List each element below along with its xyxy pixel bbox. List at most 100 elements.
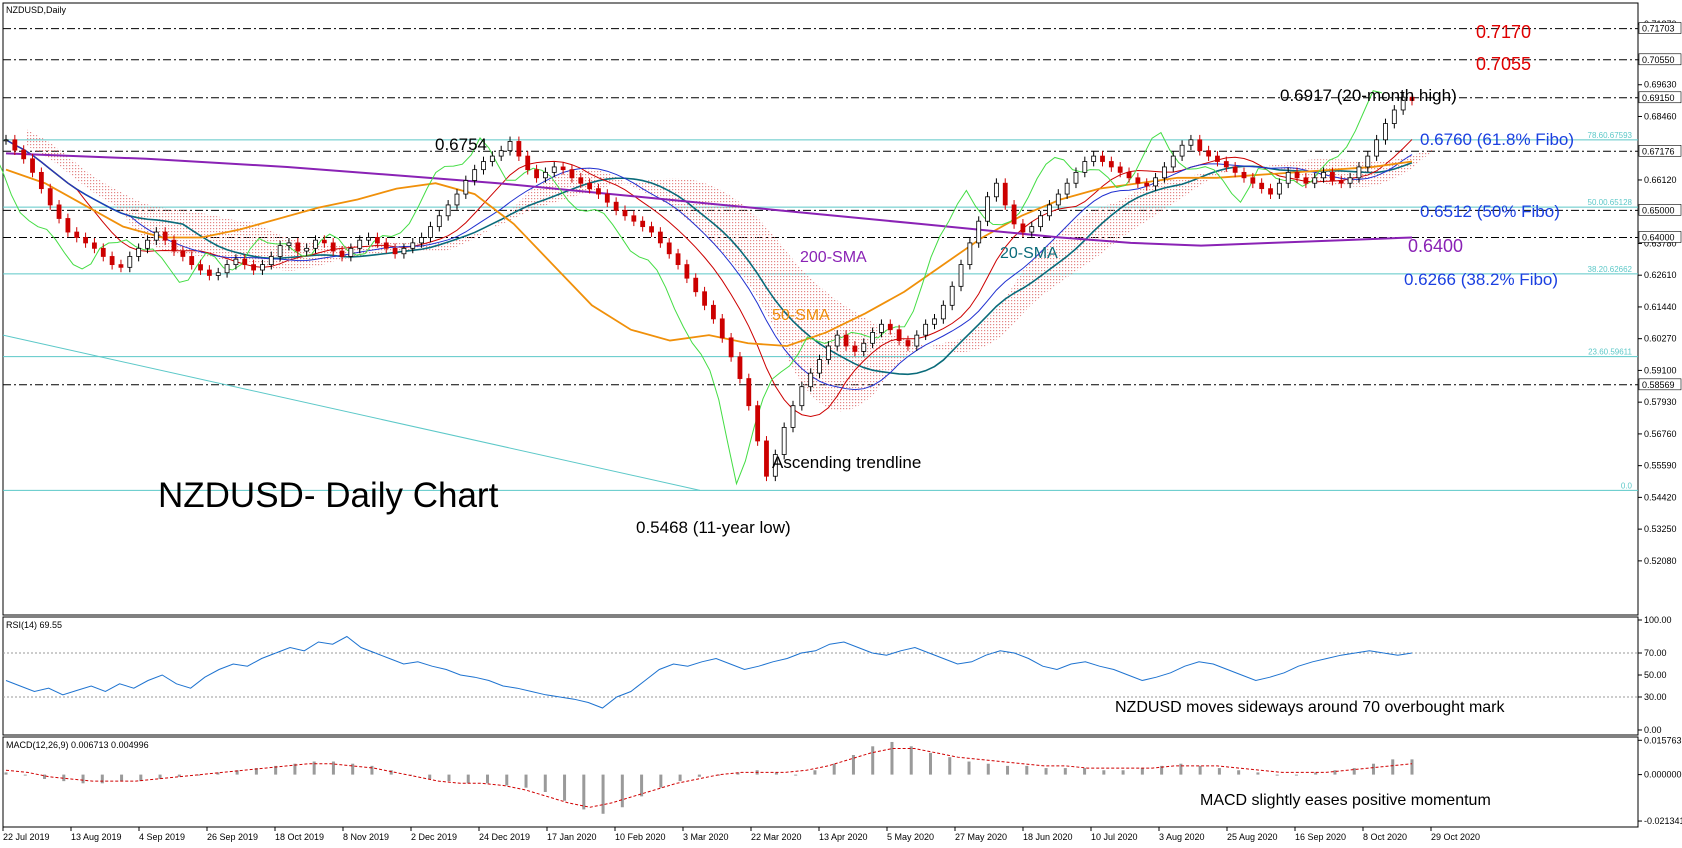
price-tick-label: 0.52080 — [1644, 556, 1677, 566]
macd-tick-label: 0.015763 — [1644, 735, 1682, 745]
candle-body — [887, 323, 893, 331]
candle-body — [1338, 180, 1344, 184]
macd-histogram-bar — [563, 774, 567, 801]
macd-histogram-bar — [1352, 768, 1356, 775]
candle-body — [569, 169, 575, 179]
candle-body — [1215, 155, 1220, 162]
candle-body — [74, 231, 80, 238]
macd-histogram-bar — [697, 774, 701, 777]
macd-histogram-bar — [582, 774, 586, 810]
candle-body — [1356, 166, 1362, 179]
x-tick-label: 3 Aug 2020 — [1159, 832, 1205, 842]
candle-body — [30, 158, 35, 173]
candle-body — [949, 285, 955, 306]
candle-body — [224, 264, 230, 274]
candle-body — [976, 220, 982, 244]
candle-body — [1188, 139, 1194, 146]
macd-histogram-bar — [543, 774, 547, 793]
candle-body — [1135, 177, 1141, 184]
x-tick-label: 29 Oct 2020 — [1431, 832, 1480, 842]
price-tick-label: 0.59100 — [1644, 365, 1677, 375]
macd-histogram-bar — [505, 774, 509, 786]
candle-body — [1347, 177, 1353, 184]
candle-body — [56, 204, 62, 219]
candle-body — [560, 166, 566, 171]
macd-histogram-bar — [524, 774, 528, 788]
candle-body — [233, 258, 239, 266]
macd-histogram-bar — [1006, 765, 1010, 775]
fib-level-label: 78.60.67593 — [1588, 131, 1633, 140]
candle-body — [746, 378, 752, 407]
candle-body — [251, 264, 256, 271]
macd-histogram-bar — [370, 765, 374, 775]
candle-body — [428, 226, 433, 238]
macd-histogram-bar — [1083, 768, 1087, 775]
candle-body — [1197, 139, 1203, 152]
candle-body — [92, 242, 97, 249]
annotation-trendline: Ascending trendline — [772, 453, 921, 472]
candle-body — [879, 323, 884, 333]
candle-body — [684, 264, 690, 279]
candle-body — [737, 356, 743, 379]
candle-body — [578, 177, 584, 184]
candle-body — [551, 166, 557, 173]
candle-body — [118, 264, 124, 268]
x-tick-label: 3 Mar 2020 — [683, 832, 729, 842]
x-tick-label: 8 Oct 2020 — [1363, 832, 1407, 842]
macd-histogram-bar — [120, 774, 124, 782]
macd-histogram-bar — [100, 774, 104, 784]
candle-body — [348, 247, 354, 257]
macd-histogram-bar — [909, 746, 913, 775]
candle-body — [852, 345, 858, 352]
candle-body — [1011, 204, 1017, 225]
candle-body — [357, 239, 363, 249]
candle-body — [21, 149, 27, 160]
macd-histogram-bar — [1198, 765, 1202, 775]
annotation-20sma: 20-SMA — [1000, 245, 1058, 262]
candle-body — [463, 180, 469, 195]
candle-body — [790, 405, 796, 428]
candle-body — [339, 250, 345, 257]
candle-body — [1232, 166, 1238, 173]
candle-body — [1153, 177, 1158, 187]
macd-histogram-bar — [620, 774, 624, 808]
price-tick-label: 0.66120 — [1644, 175, 1677, 185]
candle-body — [993, 182, 999, 198]
candle-body — [905, 340, 911, 347]
x-tick-label: 16 Sep 2020 — [1295, 832, 1346, 842]
candle-body — [613, 201, 619, 211]
chart-background — [0, 0, 1682, 843]
candle-body — [383, 242, 389, 249]
candle-body — [534, 169, 539, 179]
candle-body — [1170, 155, 1176, 168]
macd-histogram-bar — [428, 774, 432, 779]
candle-body — [1250, 177, 1256, 184]
candle-body — [1038, 215, 1044, 228]
candle-body — [870, 332, 875, 344]
x-tick-label: 24 Dec 2019 — [479, 832, 530, 842]
candle-body — [657, 231, 663, 244]
price-box-label: 0.65000 — [1642, 205, 1675, 215]
annotation-fib382: 0.6266 (38.2% Fibo) — [1404, 270, 1558, 289]
x-tick-label: 22 Jul 2019 — [3, 832, 50, 842]
macd-histogram-bar — [486, 774, 490, 784]
candle-body — [304, 247, 310, 252]
candle-body — [65, 218, 71, 233]
macd-tick-label: 0.000000 — [1644, 770, 1682, 780]
candle-body — [136, 247, 142, 257]
symbol-label: NZDUSD,Daily — [6, 5, 67, 15]
candle-body — [808, 372, 814, 388]
candle-body — [295, 242, 301, 252]
candle-body — [1055, 193, 1061, 206]
chart-canvas: 0.718700.705500.696300.684600.661200.637… — [0, 0, 1682, 843]
x-tick-label: 10 Feb 2020 — [615, 832, 666, 842]
annotation-200sma: 200-SMA — [800, 249, 867, 266]
candle-body — [587, 182, 593, 190]
candle-body — [153, 231, 159, 241]
candle-body — [321, 239, 327, 244]
candle-body — [1223, 161, 1229, 168]
candle-body — [313, 239, 318, 249]
x-tick-label: 8 Nov 2019 — [343, 832, 389, 842]
candle-body — [755, 405, 761, 442]
x-tick-label: 18 Oct 2019 — [275, 832, 324, 842]
